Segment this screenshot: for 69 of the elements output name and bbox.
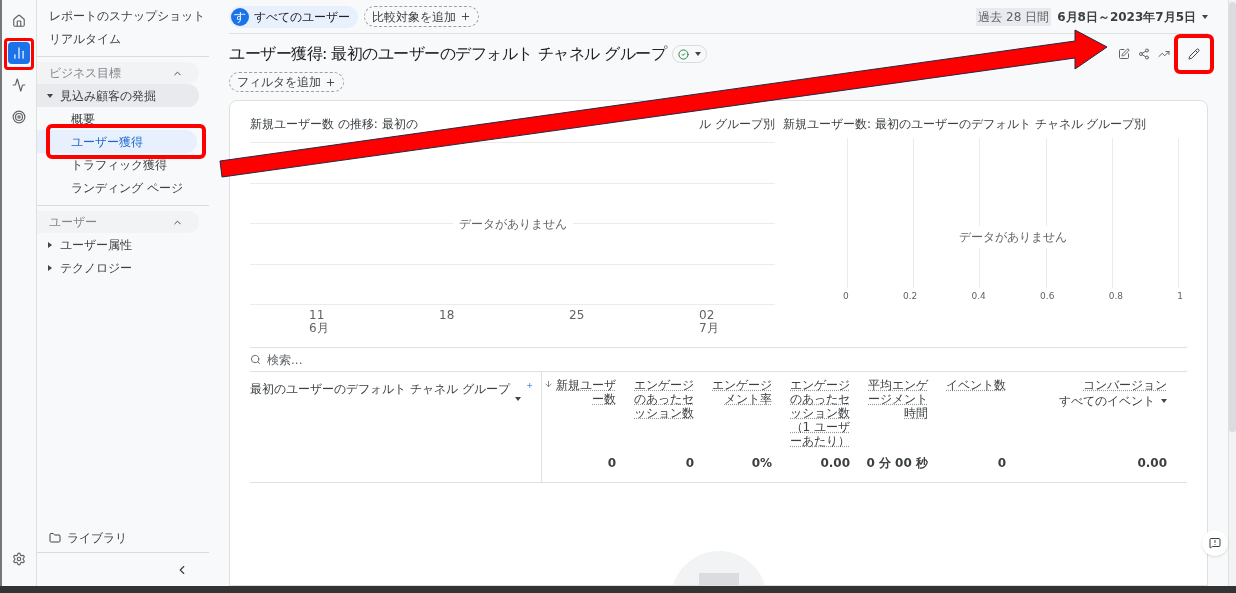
caret-icon [1202,14,1208,19]
column-header[interactable]: 新規ユーザー数 [555,378,616,406]
column-header[interactable]: エンゲージのあったセッション数 [633,378,694,420]
scrollbar-thumb[interactable] [1229,2,1236,432]
column-subheader[interactable]: すべてのイベント [1059,392,1155,410]
axis-label: 7月 [699,322,719,335]
pencil-icon [1188,48,1200,60]
axis-label: 0.6 [1040,290,1055,303]
total-cell-text: 0 [606,455,617,472]
total-cell-text: 0 分 00 秒 [865,455,929,472]
caret-icon [48,241,52,248]
nav-group[interactable]: ユーザー属性 [60,235,132,254]
caret-icon [514,397,521,401]
share-icon[interactable] [1138,48,1150,60]
axis-label: 0.8 [1108,290,1123,303]
axis-label: 6月 [309,322,329,335]
settings-icon[interactable] [12,552,26,566]
column-header[interactable]: 平均エンゲージメント時間 [867,378,928,420]
caret-icon [695,52,702,56]
segment-chip[interactable]: す すべてのユーザー [229,5,358,28]
segment-label: すべてのユーザー [254,8,350,26]
total-cell-text: 0.00 [819,455,851,472]
customize-icon[interactable] [1118,48,1130,60]
nav-item[interactable]: 概要 [37,107,197,130]
plus-icon [460,11,471,22]
nav-group[interactable]: テクノロジー [60,258,132,277]
axis-label: 25 [569,309,585,322]
bar-chart-icon[interactable] [8,42,30,64]
nav-item[interactable]: トラフィック獲得 [37,153,197,176]
date-range-dropdown[interactable]: 6月8日～2023年7月5日 [1057,7,1208,26]
nav-item[interactable]: ランディング ページ [37,176,197,199]
caret-icon [1161,399,1167,403]
chart-title: 新規ユーザー数 の推移: 最初の [250,116,418,130]
caret-icon [47,93,53,98]
search-icon [250,354,261,365]
folder-icon [49,532,61,544]
axis-label: 1 [1177,290,1183,303]
column-header[interactable]: 最初のユーザーのデフォルト チャネル グループ [250,380,510,398]
feedback-button[interactable] [1202,530,1228,556]
total-cell-text: 0.00 [1136,455,1168,472]
check-circle-icon [678,48,690,60]
total-cell-text: 0 [684,455,695,472]
search-field[interactable]: 検索... [267,350,1187,369]
total-cell-text: 0% [750,455,773,472]
segment-badge: す [231,7,249,26]
library-link[interactable]: ライブラリ [67,529,127,547]
nav-item[interactable]: レポートのスナップショット [37,4,209,27]
axis-label: 0.4 [971,290,986,303]
column-header[interactable]: エンゲージメント率 [711,378,772,406]
caret-icon [48,264,52,271]
feedback-icon [1209,537,1221,549]
total-cell-text: 0 [996,455,1007,472]
nav-item[interactable]: ユーザー獲得 [37,130,197,153]
axis-label: 18 [439,309,455,322]
nav-item[interactable]: リアルタイム [37,27,209,50]
report-title: ユーザー獲得: 最初のユーザーのデフォルト チャネル グループ [229,43,667,65]
plus-icon [325,76,336,88]
insights-icon[interactable] [1158,48,1170,60]
chart-title: 新規ユーザー数: 最初のユーザーのデフォルト チャネル グループ別 [783,116,1148,130]
empty-message: データがありません [959,226,1067,248]
axis-label: 02 [699,309,715,322]
column-header[interactable]: エンゲージのあったセッション数（1 ユーザーあたり） [789,378,850,448]
column-header[interactable]: イベント数 [945,378,1006,392]
axis-label: 11 [309,309,325,322]
column-header[interactable]: コンバージョン [1081,378,1167,392]
axis-label: 0 [843,290,849,303]
axis-label: 0.2 [902,290,918,303]
period-label: 過去 28 日間 [976,7,1052,26]
chart-title: ル グループ別 [699,116,775,130]
